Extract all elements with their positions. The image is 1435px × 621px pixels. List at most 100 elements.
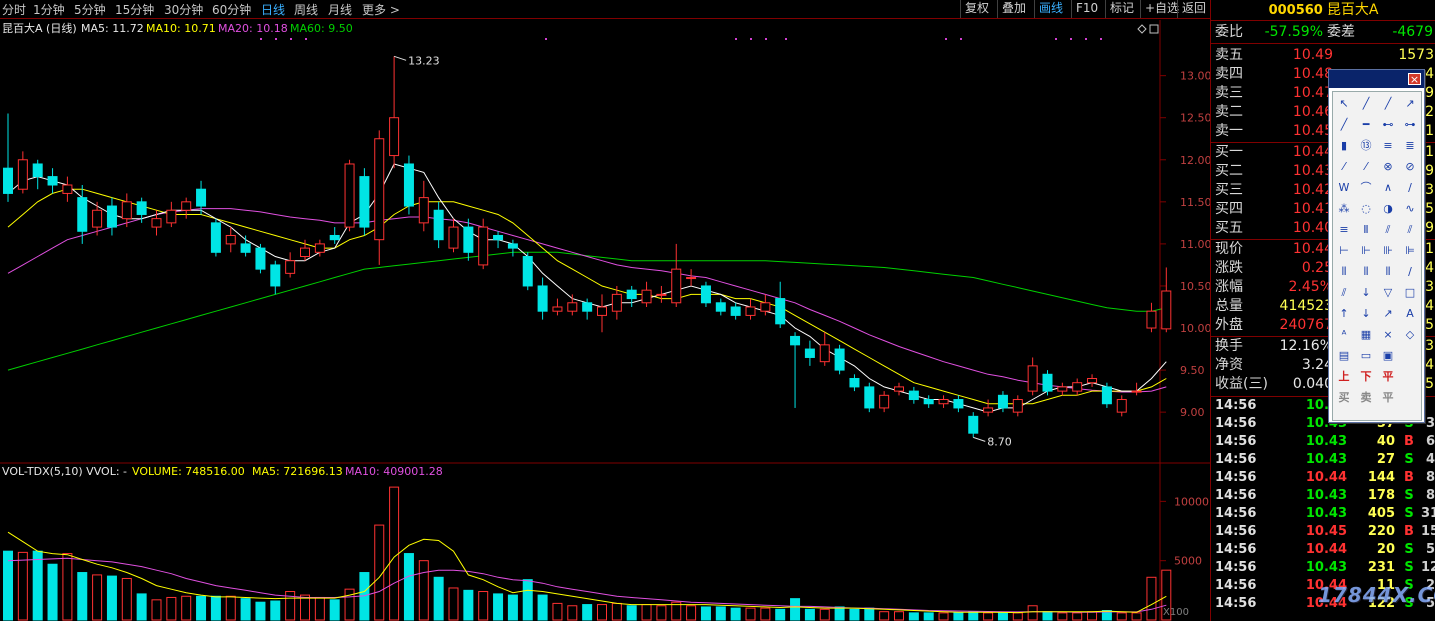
ellipse-icon[interactable]: ◌ xyxy=(1356,200,1376,218)
flat2-mark-icon[interactable]: 平 xyxy=(1378,389,1398,407)
bars2-icon[interactable]: ⊫ xyxy=(1400,242,1420,260)
up-arrow-icon[interactable]: ↑ xyxy=(1334,305,1354,323)
arc-icon[interactable]: ⌒ xyxy=(1356,179,1376,197)
period-tab-30min[interactable]: 30分钟 xyxy=(164,1,203,18)
list-icon[interactable]: ▤ xyxy=(1334,347,1354,365)
peak-icon[interactable]: ∧ xyxy=(1378,179,1398,197)
gann-icon[interactable]: ≡ xyxy=(1378,137,1398,155)
draw-line-button[interactable]: 画线 xyxy=(1034,0,1067,18)
drawing-toolbox[interactable]: × ↖ ╱ ╱ ↗ ╱ ━ ⊷ ⊶ ▮ ⑬ ≡ ≣ ⁄ ⁄ ⊗ ⊘ W ⌒ ∧ ∕ ⁂ ◌ ◑ ∿ ≡ Ⅱ ⫽ ⫽ ⊢ ⊩ ⊪ ⊫ ⦀ ⦀ ⦀ ∕ ⫽ ↓… xyxy=(1328,69,1425,423)
circle-cross-icon[interactable]: ⊘ xyxy=(1400,158,1420,176)
blank-icon[interactable] xyxy=(1400,368,1420,386)
trend-icon[interactable]: ⁄ xyxy=(1334,158,1354,176)
mark-button[interactable]: 标记 xyxy=(1105,0,1138,18)
hline-icon[interactable]: ━ xyxy=(1356,116,1376,134)
arrow-line-icon[interactable]: ↗ xyxy=(1400,95,1420,113)
segment-icon[interactable]: ╱ xyxy=(1334,116,1354,134)
candle-up xyxy=(745,306,756,316)
row-label: 总量 xyxy=(1215,298,1243,314)
level-icon[interactable]: ≡ xyxy=(1334,221,1354,239)
text-icon[interactable]: A xyxy=(1400,305,1420,323)
down-arrow-icon[interactable]: ↓ xyxy=(1356,305,1376,323)
volume-bar-down xyxy=(47,563,58,621)
bars-icon[interactable]: ⊪ xyxy=(1378,242,1398,260)
bars4-icon[interactable]: ⦀ xyxy=(1356,263,1376,281)
toolbox-titlebar[interactable]: × xyxy=(1329,70,1424,88)
volume-bar-up xyxy=(478,591,489,621)
overlay-button[interactable]: 叠加 xyxy=(997,0,1030,18)
circle-icon[interactable]: ⊗ xyxy=(1378,158,1398,176)
ruler-icon[interactable]: ▭ xyxy=(1356,347,1376,365)
wave-icon[interactable]: W xyxy=(1334,179,1354,197)
row-volume: 1573 xyxy=(1398,47,1434,63)
fan2-icon[interactable]: ⫽ xyxy=(1378,221,1398,239)
period-tab-fenshi[interactable]: 分时 xyxy=(2,1,26,18)
pair-icon[interactable]: Ⅱ xyxy=(1356,221,1376,239)
blank-icon[interactable] xyxy=(1400,347,1420,365)
f10-button[interactable]: F10 xyxy=(1071,0,1102,18)
delete-icon[interactable]: × xyxy=(1378,326,1398,344)
volume-bar-up xyxy=(819,608,830,621)
period-tab-15min[interactable]: 15分钟 xyxy=(115,1,154,18)
candle-down xyxy=(507,243,518,249)
close-icon[interactable]: × xyxy=(1408,73,1421,86)
window-toggle-icon[interactable] xyxy=(1149,24,1159,34)
up-mark-icon[interactable]: 上 xyxy=(1334,368,1354,386)
price-tick-label: 12.00 xyxy=(1180,154,1210,167)
adjust-button[interactable]: 复权 xyxy=(960,0,993,18)
period-tab-5min[interactable]: 5分钟 xyxy=(74,1,106,18)
period-more-menu[interactable]: 更多 > xyxy=(362,1,400,18)
back-button[interactable]: 返回 xyxy=(1177,0,1210,18)
bars3-icon[interactable]: ⦀ xyxy=(1334,263,1354,281)
period-tab-1min[interactable]: 1分钟 xyxy=(33,1,65,18)
period-tab-daily[interactable]: 日线 xyxy=(261,1,285,18)
lock-icon[interactable]: ◇ xyxy=(1400,326,1420,344)
down-icon[interactable]: ↓ xyxy=(1356,284,1376,302)
fib-icon[interactable]: ⑬ xyxy=(1356,137,1376,155)
candle-down xyxy=(106,205,117,228)
pattern-icon[interactable]: ⁂ xyxy=(1334,200,1354,218)
bars5-icon[interactable]: ⦀ xyxy=(1378,263,1398,281)
period-tab-weekly[interactable]: 周线 xyxy=(294,1,318,18)
box-icon[interactable]: □ xyxy=(1400,284,1420,302)
mixed-arrow-icon[interactable]: ↗ xyxy=(1378,305,1398,323)
diamond-icon[interactable] xyxy=(1137,24,1147,34)
row-label: 买一 xyxy=(1215,144,1243,160)
flat-mark-icon[interactable]: 平 xyxy=(1378,368,1398,386)
tick-time: 14:56 xyxy=(1215,560,1257,575)
sell-mark-icon[interactable]: 卖 xyxy=(1356,389,1376,407)
fan3-icon[interactable]: ⫽ xyxy=(1400,221,1420,239)
max-price-arrow xyxy=(393,55,407,61)
triangle-icon[interactable]: ▽ xyxy=(1378,284,1398,302)
ray-icon[interactable]: ╱ xyxy=(1378,95,1398,113)
phase-icon[interactable]: ◑ xyxy=(1378,200,1398,218)
event-marker xyxy=(785,38,787,40)
period-tab-monthly[interactable]: 月线 xyxy=(328,1,352,18)
down-mark-icon[interactable]: 下 xyxy=(1356,368,1376,386)
pointer-icon[interactable]: ↖ xyxy=(1334,95,1354,113)
line-icon[interactable]: ╱ xyxy=(1356,95,1376,113)
screen-icon[interactable]: ▣ xyxy=(1378,347,1398,365)
slope-icon[interactable]: ∕ xyxy=(1400,263,1420,281)
golden-icon[interactable]: ⊩ xyxy=(1356,242,1376,260)
parallel-icon[interactable]: ⊷ xyxy=(1378,116,1398,134)
buy-mark-icon[interactable]: 买 xyxy=(1334,389,1354,407)
candle-down xyxy=(1042,373,1053,392)
cycle-line-icon[interactable]: ⊢ xyxy=(1334,242,1354,260)
fan-icon[interactable]: ∕ xyxy=(1400,179,1420,197)
trend2-icon[interactable]: ⁄ xyxy=(1356,158,1376,176)
angle-icon[interactable]: ⫽ xyxy=(1334,284,1354,302)
channel-icon[interactable]: ⊶ xyxy=(1400,116,1420,134)
volume-bar-down xyxy=(507,594,518,621)
kline-chart[interactable]: 13.00 12.50 12.00 11.50 11.00 10.50 10.00 9.50 9… xyxy=(0,20,1210,621)
cycle-icon[interactable]: ∿ xyxy=(1400,200,1420,218)
note-icon[interactable]: ᴬ xyxy=(1334,326,1354,344)
volume-bar-down xyxy=(849,608,860,621)
fill-icon[interactable]: ▦ xyxy=(1356,326,1376,344)
candle-down xyxy=(730,306,741,316)
period-tab-60min[interactable]: 60分钟 xyxy=(212,1,251,18)
blank-icon[interactable] xyxy=(1400,389,1420,407)
candle-down xyxy=(537,285,548,312)
grid-icon[interactable]: ≣ xyxy=(1400,137,1420,155)
rect-icon[interactable]: ▮ xyxy=(1334,137,1354,155)
